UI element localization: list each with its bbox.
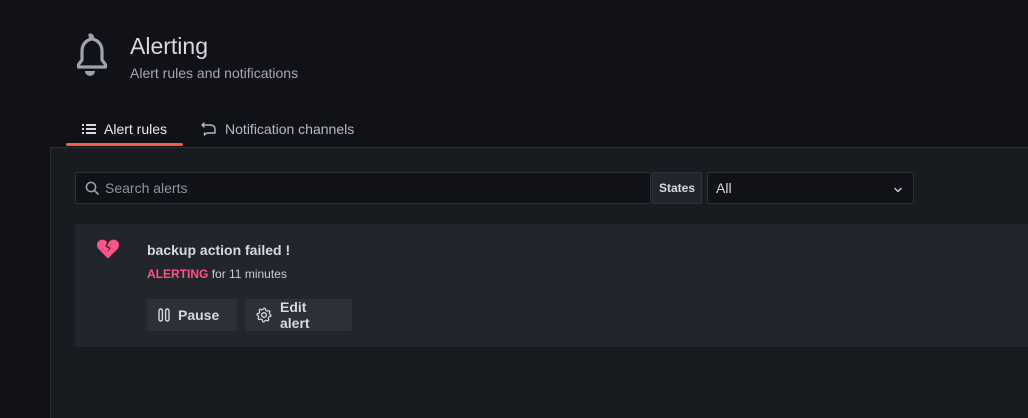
alert-name[interactable]: backup action failed ! (147, 242, 290, 258)
edit-alert-button-label: Edit alert (280, 299, 310, 331)
heart-break-icon (96, 238, 120, 265)
bell-icon (76, 33, 108, 76)
alert-state: ALERTING for 11 minutes (147, 267, 287, 281)
page-header: Alerting Alert rules and notifications (72, 30, 298, 81)
page-title: Alerting (130, 33, 208, 59)
chevron-down-icon (893, 180, 903, 196)
tab-bar: Alert rules Notification channels (66, 112, 370, 148)
alert-state-duration: for 11 minutes (211, 267, 287, 281)
tab-label: Notification channels (225, 121, 355, 137)
tab-notification-channels[interactable]: Notification channels (185, 112, 370, 146)
pause-button[interactable]: Pause (147, 299, 237, 331)
alert-rule-card: backup action failed ! ALERTING for 11 m… (75, 224, 1028, 347)
alert-state-badge: ALERTING (147, 267, 209, 281)
states-selected-value: All (716, 180, 732, 196)
pause-icon (158, 308, 170, 322)
search-input[interactable] (105, 180, 625, 196)
gear-icon (256, 307, 272, 323)
states-label: States (652, 172, 702, 204)
list-icon (82, 123, 96, 135)
search-icon (85, 181, 99, 195)
pause-button-label: Pause (178, 307, 220, 323)
states-select[interactable]: All (707, 172, 914, 204)
tab-label: Alert rules (104, 121, 168, 137)
search-box[interactable] (75, 172, 651, 204)
tab-alert-rules[interactable]: Alert rules (66, 112, 184, 146)
comment-alt-share-icon (201, 122, 217, 136)
edit-alert-button[interactable]: Edit alert (245, 299, 352, 331)
page-subtitle: Alert rules and notifications (130, 65, 299, 81)
